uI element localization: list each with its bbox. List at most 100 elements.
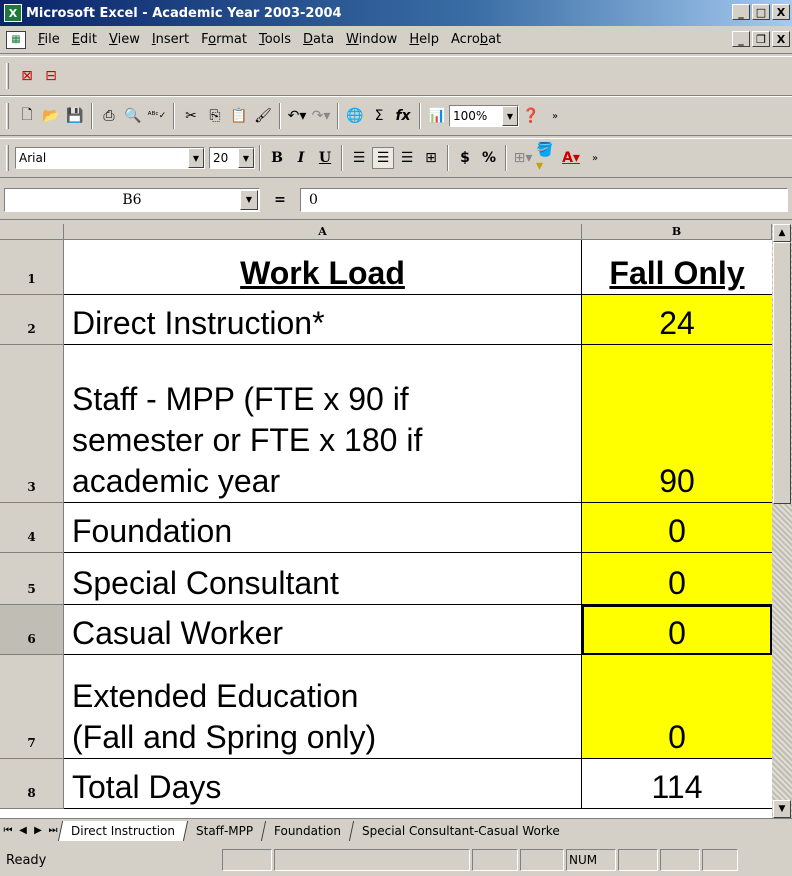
scroll-down-icon[interactable]: ▼ bbox=[773, 800, 791, 818]
font-color-icon[interactable]: A▾ bbox=[560, 147, 582, 169]
doc-close-button[interactable]: X bbox=[772, 31, 790, 47]
bold-icon[interactable]: B bbox=[266, 147, 288, 169]
menu-data[interactable]: Data bbox=[297, 32, 340, 47]
format-painter-icon[interactable]: 🖌 bbox=[252, 105, 274, 127]
cell-a8[interactable]: Total Days bbox=[64, 759, 582, 809]
chevron-down-icon[interactable]: ▼ bbox=[240, 189, 258, 210]
row-header-6[interactable]: 6 bbox=[0, 605, 64, 655]
name-box[interactable]: B6 ▼ bbox=[4, 187, 260, 212]
font-size-combo[interactable]: 20 ▼ bbox=[209, 147, 255, 169]
close-button[interactable]: X bbox=[772, 4, 790, 20]
percent-icon[interactable]: % bbox=[478, 147, 500, 169]
sheet-tab-foundation[interactable]: Foundation bbox=[260, 820, 354, 841]
sheet-tab-direct-instruction[interactable]: Direct Instruction bbox=[57, 820, 188, 841]
paste-icon[interactable]: 📋 bbox=[228, 105, 250, 127]
chart-wizard-icon[interactable]: 📊 bbox=[426, 105, 448, 127]
align-right-icon[interactable]: ☰ bbox=[396, 147, 418, 169]
workbook-icon[interactable]: ▦ bbox=[6, 30, 26, 49]
toolbar-grip[interactable] bbox=[6, 102, 9, 130]
scroll-up-icon[interactable]: ▲ bbox=[773, 224, 791, 242]
row-header-5[interactable]: 5 bbox=[0, 553, 64, 605]
menu-help[interactable]: Help bbox=[403, 32, 445, 47]
align-center-icon[interactable]: ☰ bbox=[372, 147, 394, 169]
borders-icon[interactable]: ⊞▾ bbox=[512, 147, 534, 169]
toolbar-options-icon[interactable]: » bbox=[584, 147, 606, 169]
menu-insert[interactable]: Insert bbox=[146, 32, 195, 47]
cell-a5[interactable]: Special Consultant bbox=[64, 553, 582, 605]
save-icon[interactable]: 💾 bbox=[64, 105, 86, 127]
minimize-button[interactable]: _ bbox=[732, 4, 750, 20]
cell-b5[interactable]: 0 bbox=[582, 553, 772, 605]
chevron-down-icon[interactable]: ▼ bbox=[238, 148, 254, 168]
print-preview-icon[interactable]: 🔍 bbox=[122, 105, 144, 127]
cell-a6[interactable]: Casual Worker bbox=[64, 605, 582, 655]
undo-icon[interactable]: ↶▾ bbox=[286, 105, 308, 127]
maximize-button[interactable]: □ bbox=[752, 4, 770, 20]
menu-format[interactable]: Format bbox=[195, 32, 253, 47]
cell-a3[interactable]: Staff - MPP (FTE x 90 if semester or FTE… bbox=[64, 345, 582, 503]
menu-acrobat[interactable]: Acrobat bbox=[445, 32, 507, 47]
menu-view[interactable]: View bbox=[103, 32, 146, 47]
cell-b8[interactable]: 114 bbox=[582, 759, 772, 809]
first-sheet-icon[interactable]: ⏮ bbox=[1, 823, 15, 839]
print-icon[interactable]: ⎙ bbox=[98, 105, 120, 127]
sheet-tab-special-consultant[interactable]: Special Consultant-Casual Worke bbox=[348, 820, 572, 841]
italic-icon[interactable]: I bbox=[290, 147, 312, 169]
vertical-scrollbar[interactable]: ▲ ▼ bbox=[772, 224, 792, 818]
cut-icon[interactable]: ✂ bbox=[180, 105, 202, 127]
scroll-thumb[interactable] bbox=[773, 242, 791, 504]
select-all-corner[interactable] bbox=[0, 224, 64, 240]
next-sheet-icon[interactable]: ▶ bbox=[31, 823, 45, 839]
doc-restore-button[interactable]: ❐ bbox=[752, 31, 770, 47]
cell-a2[interactable]: Direct Instruction* bbox=[64, 295, 582, 345]
row-header-1[interactable]: 1 bbox=[0, 240, 64, 295]
currency-icon[interactable]: $ bbox=[454, 147, 476, 169]
spelling-icon[interactable]: ᴬᴮᶜ✓ bbox=[146, 105, 168, 127]
cell-b7[interactable]: 0 bbox=[582, 655, 772, 759]
cell-b3[interactable]: 90 bbox=[582, 345, 772, 503]
sheet-tab-staff-mpp[interactable]: Staff-MPP bbox=[182, 820, 266, 841]
excel-app-icon[interactable]: X bbox=[4, 4, 22, 22]
cell-b6-active[interactable]: 0 bbox=[582, 605, 772, 655]
chevron-down-icon[interactable]: ▼ bbox=[502, 106, 518, 126]
font-combo[interactable]: Arial ▼ bbox=[15, 147, 205, 169]
formula-input[interactable]: 0 bbox=[300, 187, 788, 212]
cell-a7[interactable]: Extended Education (Fall and Spring only… bbox=[64, 655, 582, 759]
menu-file[interactable]: File bbox=[32, 32, 66, 47]
toolbar-grip[interactable] bbox=[6, 62, 9, 90]
row-header-3[interactable]: 3 bbox=[0, 345, 64, 503]
menu-edit[interactable]: Edit bbox=[66, 32, 103, 47]
copy-icon[interactable]: ⎘ bbox=[204, 105, 226, 127]
cell-a1[interactable]: Work Load bbox=[64, 240, 582, 295]
cell-b4[interactable]: 0 bbox=[582, 503, 772, 553]
redo-icon[interactable]: ↷▾ bbox=[310, 105, 332, 127]
zoom-combo[interactable]: 100% ▼ bbox=[449, 105, 519, 127]
cell-b2[interactable]: 24 bbox=[582, 295, 772, 345]
align-left-icon[interactable]: ☰ bbox=[348, 147, 370, 169]
row-header-4[interactable]: 4 bbox=[0, 503, 64, 553]
row-header-8[interactable]: 8 bbox=[0, 759, 64, 809]
chevron-down-icon[interactable]: ▼ bbox=[188, 148, 204, 168]
convert-and-email-icon[interactable]: ⊟ bbox=[40, 65, 62, 87]
column-header-a[interactable]: A bbox=[64, 224, 582, 240]
row-header-7[interactable]: 7 bbox=[0, 655, 64, 759]
open-icon[interactable]: 📂 bbox=[40, 105, 62, 127]
menu-window[interactable]: Window bbox=[340, 32, 403, 47]
help-icon[interactable]: ❓ bbox=[520, 105, 542, 127]
row-header-2[interactable]: 2 bbox=[0, 295, 64, 345]
column-header-b[interactable]: B bbox=[582, 224, 772, 240]
underline-icon[interactable]: U bbox=[314, 147, 336, 169]
fill-color-icon[interactable]: 🪣▾ bbox=[536, 142, 558, 174]
new-icon[interactable]: 🗋 bbox=[16, 105, 38, 127]
hyperlink-icon[interactable]: 🌐 bbox=[344, 105, 366, 127]
menu-tools[interactable]: Tools bbox=[253, 32, 297, 47]
cell-a4[interactable]: Foundation bbox=[64, 503, 582, 553]
toolbar-grip[interactable] bbox=[6, 144, 9, 172]
function-icon[interactable]: fx bbox=[392, 105, 414, 127]
convert-to-pdf-icon[interactable]: ⊠ bbox=[16, 65, 38, 87]
cell-b1[interactable]: Fall Only bbox=[582, 240, 772, 295]
autosum-icon[interactable]: Σ bbox=[368, 105, 390, 127]
toolbar-options-icon[interactable]: » bbox=[544, 105, 566, 127]
doc-minimize-button[interactable]: _ bbox=[732, 31, 750, 47]
merge-center-icon[interactable]: ⊞ bbox=[420, 147, 442, 169]
